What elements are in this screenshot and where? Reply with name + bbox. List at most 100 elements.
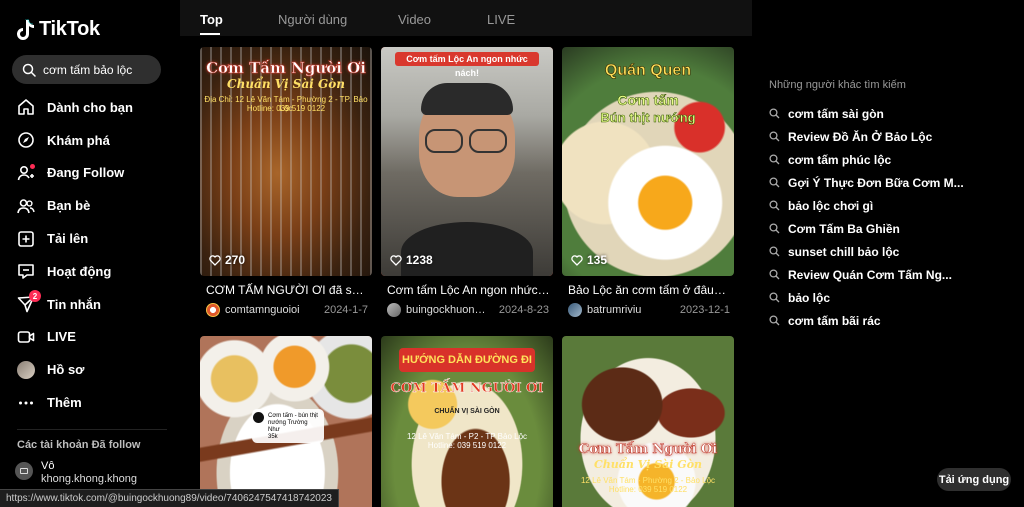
heart-outline-icon <box>571 254 583 266</box>
followed-account-item[interactable]: Vô khong.khong.khong <box>15 460 137 486</box>
search-icon <box>769 177 780 188</box>
compass-icon <box>17 131 35 149</box>
author-avatar[interactable] <box>568 303 582 317</box>
video-thumbnail[interactable]: Quán Quen Cơm tấm Bún thịt nướng 135 <box>562 47 734 276</box>
nav-item-friends[interactable]: Bạn bè <box>0 189 180 222</box>
related-search-item[interactable]: sunset chill bảo lộc <box>769 240 969 263</box>
tab-users[interactable]: Người dùng <box>278 12 347 27</box>
related-search-text: bảo lộc chơi gì <box>788 198 874 213</box>
video-card[interactable]: Cơm Tấm Người Ơi Chuẩn Vị Sài Gòn Địa Ch… <box>200 47 372 317</box>
like-count: 135 <box>571 253 607 267</box>
related-search-text: Review Quán Cơm Tấm Ng... <box>788 267 952 282</box>
search-box[interactable] <box>12 55 161 84</box>
video-card[interactable]: HƯỚNG DẪN ĐƯỜNG ĐI CƠM TẤM NGƯỜI ƠI CHUẨ… <box>381 336 553 507</box>
video-overlay-address: 12 Lê Văn Tám - Phường 2 - Bảo Lộc <box>580 476 716 485</box>
related-search-item[interactable]: cơm tấm phúc lộc <box>769 148 969 171</box>
related-searches: Những người khác tìm kiếm cơm tấm sài gò… <box>769 79 969 332</box>
author-username[interactable]: buingockhuong89 <box>406 304 491 316</box>
sidebar-nav: Dành cho bạn Khám phá Đang Follow Bạn bè… <box>0 91 180 419</box>
home-icon <box>17 98 35 116</box>
video-card[interactable]: Quán Quen Cơm tấm Bún thịt nướng 135 Bảo… <box>562 47 734 317</box>
video-overlay-hotline: Hotline: 039 519 0122 <box>427 441 507 450</box>
video-thumbnail[interactable]: HƯỚNG DẪN ĐƯỜNG ĐI CƠM TẤM NGƯỜI ƠI CHUẨ… <box>381 336 553 507</box>
nav-label: Khám phá <box>47 132 110 148</box>
video-meta: comtamnguoioi 2024-1-7 <box>200 303 372 317</box>
search-icon <box>769 315 780 326</box>
nav-item-following[interactable]: Đang Follow <box>0 157 180 190</box>
video-caption[interactable]: Bảo Lộc ăn cơm tấm ở đâu? Quán Quen <box>562 283 732 297</box>
video-meta: buingockhuong89 2024-8-23 <box>381 303 553 317</box>
video-overlay-title: Cơm tấm Lộc An ngon nhức nách! <box>395 52 539 78</box>
related-search-item[interactable]: Gợi Ý Thực Đơn Bữa Cơm M... <box>769 171 969 194</box>
nav-item-explore[interactable]: Khám phá <box>0 124 180 157</box>
heart-outline-icon <box>209 254 221 266</box>
video-overlay-subtitle: CƠM TẤM NGƯỜI ƠI <box>390 381 544 396</box>
video-overlay-hotline: Hotline: 039 519 0122 <box>608 485 688 494</box>
related-search-item[interactable]: Cơm Tấm Ba Ghiền <box>769 217 969 240</box>
related-search-item[interactable]: cơm tấm bãi rác <box>769 309 969 332</box>
related-search-item[interactable]: bảo lộc <box>769 286 969 309</box>
related-search-item[interactable]: Review Quán Cơm Tấm Ng... <box>769 263 969 286</box>
nav-label: Tải lên <box>47 231 89 247</box>
video-person-hair <box>421 83 513 115</box>
like-count: 1238 <box>390 253 433 267</box>
related-search-text: cơm tấm bãi rác <box>788 313 881 328</box>
nav-label: Thêm <box>47 395 82 411</box>
video-date: 2023-12-1 <box>679 304 730 316</box>
video-thumbnail[interactable]: Cơm Tấm Người Ơi Chuẩn Vị Sài Gòn Địa Ch… <box>200 47 372 276</box>
followed-account-handle: khong.khong.khong <box>41 473 138 485</box>
nav-item-for-you[interactable]: Dành cho bạn <box>0 91 180 124</box>
author-avatar[interactable] <box>206 303 220 317</box>
author-avatar[interactable] <box>387 303 401 317</box>
video-card[interactable]: Cơm tấm Lộc An ngon nhức nách! 1238 Cơm … <box>381 47 553 317</box>
more-dots-icon <box>17 394 35 412</box>
video-thumbnail[interactable]: Cơm tấm Lộc An ngon nhức nách! 1238 <box>381 47 553 276</box>
video-meta: batrumriviu 2023-12-1 <box>562 303 734 317</box>
video-overlay-title: HƯỚNG DẪN ĐƯỜNG ĐI <box>399 348 535 372</box>
video-thumbnail[interactable]: Cơm Tấm Người Ơi Chuẩn Vị Sài Gòn 12 Lê … <box>562 336 734 507</box>
followed-account-name: Vô <box>41 460 55 472</box>
video-date: 2024-1-7 <box>323 304 368 316</box>
video-overlay-subtitle: Cơm tấm <box>617 92 679 109</box>
video-card[interactable]: Cơm tấm - bún thịt nướng Trường Như 35k <box>200 336 372 507</box>
nav-label: Tin nhắn <box>47 296 101 312</box>
tab-video[interactable]: Video <box>398 12 431 27</box>
send-icon: 2 <box>17 290 41 313</box>
author-username[interactable]: batrumriviu <box>587 304 672 316</box>
video-caption[interactable]: Cơm tấm Lộc An ngon nhức nách <box>381 283 551 297</box>
like-count: 270 <box>209 253 245 267</box>
nav-item-upload[interactable]: Tải lên <box>0 222 180 255</box>
upload-icon <box>17 230 35 248</box>
tiktok-logo[interactable]: TikTok <box>17 18 100 41</box>
status-bar-url: https://www.tiktok.com/@buingockhuong89/… <box>0 489 339 507</box>
video-overlay-subtitle-2: CHUẨN VỊ SÀI GÒN <box>434 408 500 415</box>
nav-item-more[interactable]: Thêm <box>0 386 180 419</box>
video-date: 2024-8-23 <box>498 304 549 316</box>
related-search-item[interactable]: Review Đồ Ăn Ở Bảo Lộc <box>769 125 969 148</box>
nav-label: Hoạt động <box>47 263 112 279</box>
video-thumbnail[interactable]: Cơm tấm - bún thịt nướng Trường Như 35k <box>200 336 372 507</box>
tab-top[interactable]: Top <box>200 12 223 27</box>
related-search-text: cơm tấm sài gòn <box>788 106 884 121</box>
search-input[interactable] <box>43 62 153 77</box>
logo-text: TikTok <box>39 18 100 40</box>
tiktok-logo-icon <box>17 18 34 40</box>
related-searches-list: cơm tấm sài gòn Review Đồ Ăn Ở Bảo Lộc c… <box>769 102 969 332</box>
video-card[interactable]: Cơm Tấm Người Ơi Chuẩn Vị Sài Gòn 12 Lê … <box>562 336 734 507</box>
download-app-button[interactable]: Tải ứng dụng <box>937 468 1011 491</box>
search-icon <box>769 108 780 119</box>
nav-item-messages[interactable]: 2 Tin nhắn <box>0 288 180 321</box>
video-caption[interactable]: CƠM TẤM NGƯỜI ƠI đã sẵn sàng <box>200 283 370 297</box>
author-username[interactable]: comtamnguoioi <box>225 304 310 316</box>
related-search-item[interactable]: bảo lộc chơi gì <box>769 194 969 217</box>
nav-item-activity[interactable]: Hoạt động <box>0 255 180 288</box>
live-icon <box>17 328 35 346</box>
related-search-item[interactable]: cơm tấm sài gòn <box>769 102 969 125</box>
tab-live[interactable]: LIVE <box>487 12 515 27</box>
nav-item-profile[interactable]: Hồ sơ <box>0 353 180 386</box>
nav-item-live[interactable]: LIVE <box>0 321 180 354</box>
video-overlay-title: Quán Quen <box>604 62 692 80</box>
active-tab-indicator <box>200 33 220 35</box>
related-search-text: bảo lộc <box>788 290 831 305</box>
followed-accounts-title: Các tài khoản Đã follow <box>17 439 141 451</box>
